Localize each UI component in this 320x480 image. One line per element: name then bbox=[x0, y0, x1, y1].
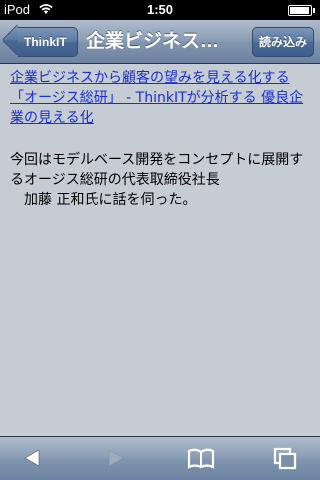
status-bar: iPod 1:50 bbox=[0, 0, 320, 20]
back-arrow-icon[interactable] bbox=[18, 445, 48, 471]
bottom-toolbar bbox=[0, 436, 320, 480]
pages-icon[interactable] bbox=[270, 445, 300, 471]
article-link[interactable]: 企業ビジネスから顧客の望みを見える化する「オージス総研」 - ThinkITが分… bbox=[10, 68, 310, 128]
page-title: 企業ビジネス… bbox=[86, 31, 220, 52]
forward-arrow-icon bbox=[100, 445, 130, 471]
article-description: 今回はモデルベース開発をコンセプトに展開するオージス総研の代表取締役社長 加藤 … bbox=[10, 152, 304, 208]
battery-icon bbox=[288, 5, 315, 16]
read-button[interactable]: 読み込み bbox=[252, 27, 314, 57]
bookmarks-icon[interactable] bbox=[186, 445, 216, 471]
navigation-bar: ThinkIT 企業ビジネス… 読み込み bbox=[0, 20, 320, 64]
article-content: 企業ビジネスから顧客の望みを見える化する「オージス総研」 - ThinkITが分… bbox=[10, 68, 310, 210]
status-time: 1:50 bbox=[146, 2, 174, 17]
back-button[interactable]: ThinkIT bbox=[18, 27, 78, 57]
